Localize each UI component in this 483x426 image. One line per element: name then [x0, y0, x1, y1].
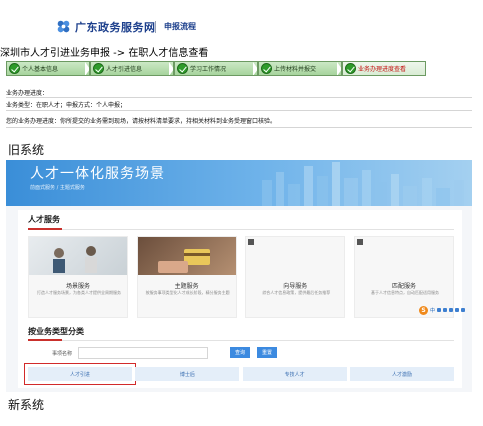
divider [6, 110, 472, 111]
card-desc: 打造人才服务场景，为各类人才提供全周期服务 [37, 290, 121, 295]
step-personal-info[interactable]: 个人基本信息 [6, 61, 90, 76]
step-label: 人才引进信息 [106, 66, 143, 73]
floating-toolbar[interactable]: S 中 [419, 305, 472, 315]
microphone-icon[interactable] [443, 308, 448, 312]
language-toggle[interactable]: 中 [430, 307, 435, 314]
card-desc: 基于人才信息特点，自动匹配适用服务 [370, 290, 439, 295]
breadcrumb: 深圳市人才引进业务申报 -> 在职人才信息查看 [0, 48, 209, 59]
portal-name[interactable]: 广东政务服务网 [75, 19, 156, 35]
check-circle-icon [177, 63, 188, 74]
check-circle-icon [9, 63, 20, 74]
card-name: 主题服务 [174, 283, 199, 290]
divider [28, 229, 454, 230]
check-circle-icon [261, 63, 272, 74]
service-card-guide[interactable]: 向导服务 综合人才信息政策，提供最后任务推荐 [245, 236, 346, 318]
card-image [137, 237, 236, 275]
card-image [354, 237, 453, 275]
punctuation-icon[interactable] [437, 308, 442, 312]
toolbox-icon[interactable] [461, 308, 466, 312]
step-upload-submit[interactable]: 上传材料并报交 [258, 61, 342, 76]
search-input[interactable] [78, 347, 208, 359]
step-label: 个人基本信息 [22, 66, 59, 73]
check-circle-icon [345, 63, 356, 74]
tab-talent-intro[interactable]: 人才引进 [24, 363, 136, 385]
banner-breadcrumb[interactable]: 前面式服务 / 主题式服务 [30, 184, 85, 191]
step-label: 上传材料并报交 [274, 66, 317, 73]
image-placeholder-icon [248, 239, 255, 245]
banner-title: 人才一体化服务场景 [30, 166, 165, 182]
reset-button[interactable]: 重置 [257, 347, 277, 358]
divider [6, 97, 472, 98]
city-skyline-icon [262, 162, 464, 206]
category-tabs: 人才引进 博士后 专技人才 人才激励 [24, 363, 454, 385]
card-desc: 按服务事项类型化人才成长阶段，精分服务主题 [145, 290, 230, 295]
people-meeting-icon [53, 246, 97, 273]
query-button[interactable]: 查询 [230, 347, 250, 358]
content-panel: 人才服务 场景服务 打造人才服务场景，为各类人才提供全周期服务 主题服务 按服务… [18, 210, 462, 388]
hero-banner: 人才一体化服务场景 前面式服务 / 主题式服务 [6, 160, 472, 206]
keyboard-icon[interactable] [449, 308, 454, 312]
card-name: 向导服务 [283, 283, 308, 290]
old-system-caption: 旧系统 [8, 143, 45, 157]
old-system-screenshot: 广东政务服务网 申报流程 深圳市人才引进业务申报 -> 在职人才信息查看 个人基… [0, 0, 483, 138]
input-method-icon[interactable]: S [419, 305, 428, 315]
step-label: 学习工作情况 [190, 66, 227, 73]
step-progress-view[interactable]: 业务办理进度查看 [342, 61, 426, 76]
service-card-theme[interactable]: 主题服务 按服务事项类型化人才成长阶段，精分服务主题 [136, 236, 237, 318]
category-title: 按业务类型分类 [28, 327, 84, 336]
portal-logo-icon [57, 20, 70, 33]
service-card-scene[interactable]: 场景服务 打造人才服务场景，为各类人才提供全周期服务 [28, 236, 128, 318]
step-label: 业务办理进度查看 [358, 66, 407, 73]
tab-professional[interactable]: 专技人才 [242, 367, 347, 381]
tab-incentive[interactable]: 人才激励 [349, 367, 454, 381]
credit-card-icon [157, 249, 210, 273]
business-info: 业务类型：在职人才；申报方式：个人申报； [6, 102, 127, 109]
header-subtitle: 申报流程 [164, 22, 196, 31]
card-name: 场景服务 [65, 283, 90, 290]
image-placeholder-icon [356, 239, 363, 245]
card-image [29, 237, 127, 275]
title-accent-bar [28, 339, 62, 341]
skin-icon[interactable] [455, 308, 460, 312]
tab-postdoc[interactable]: 博士后 [135, 367, 240, 381]
step-study-work[interactable]: 学习工作情况 [174, 61, 258, 76]
step-talent-intro[interactable]: 人才引进信息 [90, 61, 174, 76]
progress-heading: 业务办理进度： [6, 90, 49, 97]
services-title: 人才服务 [28, 215, 60, 224]
step-progress-bar: 个人基本信息 人才引进信息 学习工作情况 上传材料并报交 业务办理进度查看 [6, 61, 472, 76]
title-accent-bar [28, 228, 62, 230]
service-cards: 场景服务 打造人才服务场景，为各类人才提供全周期服务 主题服务 按服务事项类型化… [28, 236, 454, 318]
card-name: 匹配服务 [391, 283, 416, 290]
progress-message: 您的业务办理进度：你所提交的业务需到现场，请按材料清单要求，持相关材料到业务受理… [6, 118, 277, 125]
search-label: 事项名称 [52, 351, 73, 357]
card-image [246, 237, 345, 275]
new-system-caption: 新系统 [8, 398, 45, 412]
header-divider [155, 21, 156, 33]
divider [6, 127, 472, 128]
new-system-screenshot: 人才一体化服务场景 前面式服务 / 主题式服务 人才服务 场景服务 打造人才服务… [6, 160, 472, 392]
card-desc: 综合人才信息政策，提供最后任务推荐 [262, 290, 331, 295]
divider [28, 340, 454, 341]
check-circle-icon [93, 63, 104, 74]
portal-header: 广东政务服务网 申报流程 [0, 16, 483, 38]
